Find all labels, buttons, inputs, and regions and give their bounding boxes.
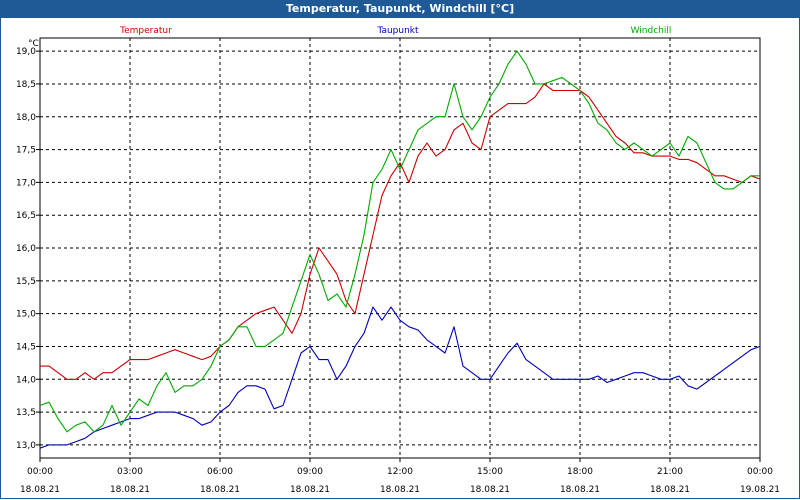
x-tick-date-label: 18.08.21 xyxy=(200,485,240,495)
y-tick-label: 16,0 xyxy=(16,244,36,254)
x-tick-time-label: 03:00 xyxy=(117,467,143,477)
x-tick-time-label: 06:00 xyxy=(207,467,233,477)
x-tick-time-label: 21:00 xyxy=(657,467,683,477)
y-tick-label: 18,5 xyxy=(16,80,36,90)
x-tick-date-label: 18.08.21 xyxy=(290,485,330,495)
x-tick-date-label: 18.08.21 xyxy=(110,485,150,495)
x-tick-date-label: 18.08.21 xyxy=(470,485,510,495)
y-tick-label: 13,0 xyxy=(16,441,36,451)
y-tick-label: 17,5 xyxy=(16,146,36,156)
y-tick-label: 15,0 xyxy=(16,310,36,320)
y-tick-label: 14,5 xyxy=(16,342,36,352)
line-chart: 13,0 13,5 14,0 14,5 15,0 15,5 16,0 16,5 17,0 17,5… xyxy=(16,26,780,495)
chart-frame: 13,0 13,5 14,0 14,5 15,0 15,5 16,0 16,5 17,0 17,5… xyxy=(0,18,800,499)
x-tick-date-label: 19.08.21 xyxy=(740,485,780,495)
x-tick-date-label: 18.08.21 xyxy=(380,485,420,495)
legend-windchill: Windchill xyxy=(631,26,672,36)
x-tick-date-label: 18.08.21 xyxy=(650,485,690,495)
chart-window-title: Temperatur, Taupunkt, Windchill [°C] xyxy=(0,0,800,18)
y-tick-label: 14,0 xyxy=(16,375,36,385)
y-tick-label: 13,5 xyxy=(16,408,36,418)
y-axis-unit-label: °C xyxy=(28,39,39,49)
x-tick-time-label: 09:00 xyxy=(297,467,323,477)
x-tick-time-label: 00:00 xyxy=(747,467,773,477)
x-tick-date-label: 18.08.21 xyxy=(560,485,600,495)
y-tick-label: 16,5 xyxy=(16,211,36,221)
y-tick-label: 17,0 xyxy=(16,178,36,188)
legend-taupunkt: Taupunkt xyxy=(376,26,419,36)
x-tick-time-label: 18:00 xyxy=(567,467,593,477)
y-tick-label: 15,5 xyxy=(16,277,36,287)
legend-temperatur: Temperatur xyxy=(119,26,172,36)
y-tick-label: 18,0 xyxy=(16,113,36,123)
x-tick-date-label: 18.08.21 xyxy=(20,485,60,495)
x-tick-time-label: 00:00 xyxy=(27,467,53,477)
x-tick-time-label: 15:00 xyxy=(477,467,503,477)
x-tick-time-label: 12:00 xyxy=(387,467,413,477)
